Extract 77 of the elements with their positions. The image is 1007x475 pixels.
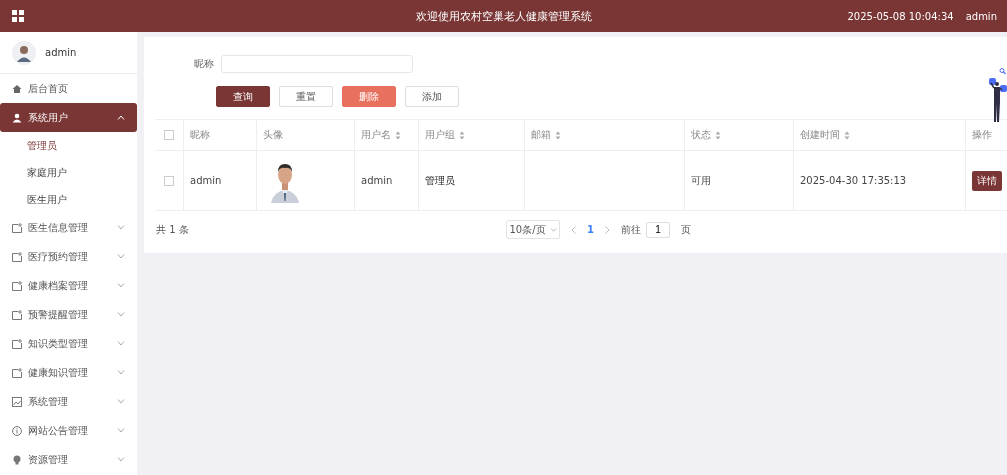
avatar-icon: [12, 40, 36, 65]
prev-page-icon[interactable]: [571, 225, 576, 234]
column-header: 创建时间: [800, 128, 840, 142]
sort-icon[interactable]: [844, 130, 850, 140]
chevron-icon: [117, 399, 125, 404]
chevron-icon: [117, 283, 125, 288]
menu-item[interactable]: 健康知识管理: [0, 358, 137, 387]
image-icon: [12, 396, 22, 407]
next-page-icon[interactable]: [604, 225, 610, 234]
header-user[interactable]: admin: [965, 10, 997, 22]
sort-icon[interactable]: [555, 130, 561, 140]
chevron-icon: [117, 115, 125, 120]
person-search-drawing: [987, 68, 1007, 124]
column-header: 邮箱: [531, 128, 551, 142]
chevron-icon: [117, 341, 125, 346]
select-all-checkbox[interactable]: [164, 130, 174, 140]
row-checkbox[interactable]: [164, 175, 174, 186]
sort-icon[interactable]: [459, 130, 465, 140]
page-number[interactable]: 1: [587, 224, 594, 235]
caret-icon: [549, 227, 557, 232]
chevron-icon: [117, 370, 125, 375]
app-title: 欢迎使用农村空巢老人健康管理系统: [415, 8, 592, 24]
user-name: admin: [45, 47, 77, 58]
table-cell: admin: [361, 175, 393, 186]
table-cell: 2025-04-30 17:35:13: [800, 175, 907, 186]
document-icon: [12, 367, 22, 378]
bulb-icon: [12, 454, 22, 465]
menu-item[interactable]: 知识类型管理: [0, 329, 137, 358]
table-cell: 管理员: [425, 173, 455, 188]
sort-icon[interactable]: [715, 130, 721, 140]
chevron-icon: [117, 225, 125, 230]
column-header: 头像: [263, 128, 283, 142]
menu-item[interactable]: 医生信息管理: [0, 213, 137, 242]
menu-item[interactable]: 后台首页: [0, 74, 137, 103]
info-icon: [12, 425, 22, 436]
home-icon: [12, 83, 22, 94]
menu-item[interactable]: 健康档案管理: [0, 271, 137, 300]
submenu-item[interactable]: 家庭用户: [0, 159, 67, 186]
goto-page-field[interactable]: 1: [645, 221, 670, 238]
menu-item[interactable]: 医疗预约管理: [0, 242, 137, 271]
document-icon: [12, 280, 22, 291]
document-icon: [12, 222, 22, 233]
chevron-icon: [117, 457, 125, 462]
menu-item[interactable]: 系统用户: [0, 103, 137, 132]
document-icon: [12, 309, 22, 320]
document-icon: [12, 251, 22, 262]
goto-label: 前往: [620, 222, 641, 237]
chevron-icon: [117, 254, 125, 259]
date-time: 2025-05-08 10:04:34: [847, 10, 954, 22]
sort-icon[interactable]: [395, 130, 401, 140]
menu-item[interactable]: 预警提醒管理: [0, 300, 137, 329]
page-size-select[interactable]: 10条/页: [506, 220, 560, 239]
table-cell: admin: [190, 175, 222, 186]
document-icon: [12, 338, 22, 349]
menu-item[interactable]: 网站公告管理: [0, 416, 137, 445]
page-suffix: 页: [680, 222, 691, 237]
detail-button[interactable]: 详情: [972, 170, 1002, 191]
submenu-item[interactable]: 医生用户: [0, 186, 67, 213]
chevron-icon: [117, 428, 125, 433]
column-header: 用户组: [425, 128, 455, 142]
chevron-icon: [117, 312, 125, 317]
action-button[interactable]: 添加: [405, 86, 459, 107]
menu-item[interactable]: 系统管理: [0, 387, 137, 416]
column-header: 操作: [972, 128, 992, 142]
column-header: 用户名: [361, 128, 391, 142]
submenu-item[interactable]: 管理员: [0, 132, 57, 159]
nickname-field[interactable]: [221, 55, 413, 73]
menu-icon[interactable]: [12, 10, 24, 22]
total-count: 共 1 条: [156, 222, 190, 237]
field-label: 昵称: [194, 57, 214, 71]
table-cell: 可用: [691, 173, 711, 188]
search-button[interactable]: 查询: [216, 86, 270, 107]
action-button[interactable]: 重置: [279, 86, 333, 107]
user-icon: [12, 112, 22, 123]
menu-item[interactable]: 资源管理: [0, 445, 137, 474]
column-header: 昵称: [190, 128, 210, 142]
column-header: 状态: [691, 128, 711, 142]
